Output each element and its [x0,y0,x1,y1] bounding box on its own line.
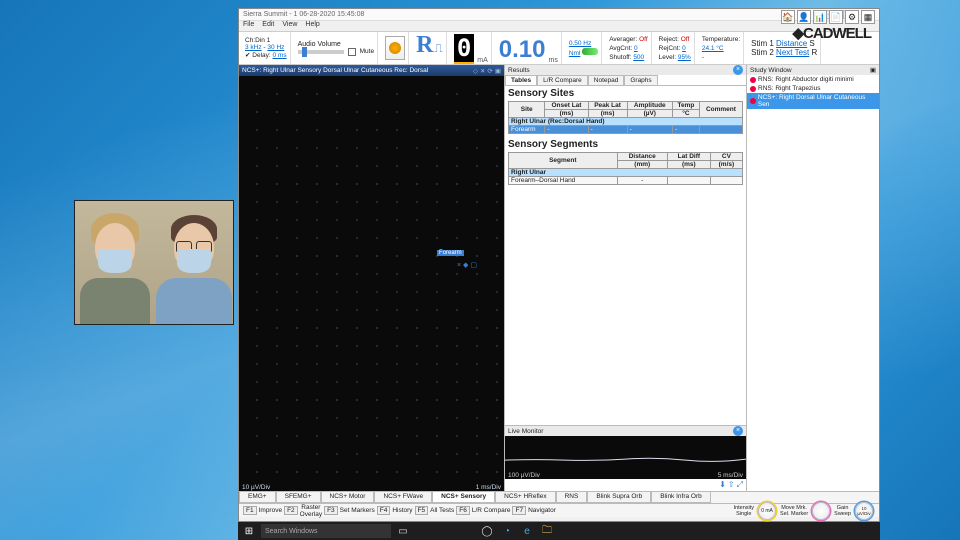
trace-tool-icon[interactable]: ◇ [473,67,478,75]
brand-logo: ◆CADWELL [792,24,875,42]
explorer-icon[interactable]: 🗀 [539,524,555,538]
f5-key[interactable]: F5 [415,506,429,515]
disk-icon[interactable] [385,36,405,60]
template-icon[interactable]: 📄 [829,10,843,24]
sensory-segments-title: Sensory Segments [505,137,746,152]
f6-key[interactable]: F6 [456,506,470,515]
audio-volume-label: Audio Volume [298,41,374,48]
chart-icon[interactable]: 📊 [813,10,827,24]
study-item[interactable]: NCS+: Right Dorsal Ulnar Cutaneous Sen [747,93,879,109]
nav-down-icon[interactable]: ⬇ [719,480,726,490]
tab-graphs[interactable]: Graphs [624,75,657,85]
toolbar: Ch:Din 1 3 kHz - 30 Hz ✔ Delay: 0 ms Aud… [239,31,879,65]
duration-display: 0.10 [499,36,546,64]
tab-blink-supra[interactable]: Blink Supra Orb [587,492,651,503]
tab-sfemg[interactable]: SFEMG+ [276,492,321,503]
status-dot-icon [750,86,756,92]
nav-expand-icon[interactable]: ⤢ [737,480,743,490]
tab-blink-infra[interactable]: Blink Infra Orb [651,492,711,503]
start-button[interactable]: ⊞ [241,524,257,538]
cortana-icon[interactable]: ◯ [479,524,495,538]
window-title: Sierra Summit - 1 06-28-2020 15:45:08 [243,11,364,18]
table-row[interactable]: Forearm---- [509,126,743,134]
edge-icon[interactable]: e [519,524,535,538]
app-icon[interactable]: ◔ [499,524,515,538]
temperature-link[interactable]: 24.1 °C [702,44,740,53]
tab-ncs-fwave[interactable]: NCS+ FWave [374,492,432,503]
tab-ncs-sensory[interactable]: NCS+ Sensory [432,492,495,503]
sensory-sites-title: Sensory Sites [505,86,746,101]
audio-volume-slider[interactable] [298,50,344,54]
stim-intensity-display: 0 [454,34,474,64]
f7-key[interactable]: F7 [512,506,526,515]
trace-grid[interactable] [239,77,504,481]
mute-checkbox[interactable] [348,48,356,56]
tab-notepad[interactable]: Notepad [588,75,625,85]
trace-title: NCS+: Right Ulnar Sensory Dorsal Ulnar C… [242,67,428,74]
live-trace[interactable]: 100 µV/Div5 ms/Div [505,436,746,479]
table-row[interactable]: Right Ulnar (Rec:Dorsal Hand) [509,118,743,126]
task-view-icon[interactable]: ▭ [395,524,411,538]
nav-up-icon[interactable]: ⇧ [728,480,735,490]
tab-rns[interactable]: RNS [556,492,588,503]
live-pin-icon[interactable]: × [733,426,743,436]
table-row[interactable]: Forearm–Dorsal Hand- [509,177,743,185]
function-key-row: F1Improve F2RasterOverlay F3Set Markers … [239,503,879,517]
intensity-knob[interactable]: 0 mA [758,502,776,520]
study-panel: Study Window▣ RNS: Right Abductor digiti… [747,65,879,491]
live-monitor: Live Monitor× 100 µV/Div5 ms/Div ⬇⇧⤢ [505,425,746,491]
marker-label[interactable]: Forearm [437,250,464,256]
tab-lrcompare[interactable]: L/R Compare [537,75,588,85]
status-dot-icon [750,98,756,104]
sensory-sites-table: Site Onset Lat Peak Lat Amplitude Temp C… [508,101,743,134]
video-overlay [74,200,234,325]
stim-rate-link[interactable]: 0.50 Hz [569,39,598,48]
participant [75,201,154,324]
panel-pin-icon[interactable]: × [733,65,743,75]
menu-view[interactable]: View [282,21,297,31]
tab-emg[interactable]: EMG+ [239,492,276,503]
grid-icon[interactable]: ▦ [861,10,875,24]
study-item[interactable]: RNS: Right Abductor digiti minimi [747,75,879,84]
menu-edit[interactable]: Edit [262,21,274,31]
status-dot-icon [750,77,756,83]
trace-yscale: 10 µV/Div [242,484,270,491]
gain-knob[interactable]: 10 µV/Div [855,502,873,520]
f1-key[interactable]: F1 [243,506,257,515]
marker-knob[interactable] [812,502,830,520]
f2-key[interactable]: F2 [284,506,298,515]
user-icon[interactable]: 👤 [797,10,811,24]
table-row[interactable]: Right Ulnar [509,169,743,177]
study-item[interactable]: RNS: Right Trapezius [747,84,879,93]
panel-collapse-icon[interactable]: ▣ [870,66,876,74]
home-icon[interactable]: 🏠 [781,10,795,24]
f3-key[interactable]: F3 [324,506,338,515]
menu-help[interactable]: Help [305,21,319,31]
tab-ncs-hreflex[interactable]: NCS+ HReflex [495,492,555,503]
marker-handles[interactable]: × ◆ ▢ [457,261,477,269]
trace-xscale: 1 ms/Div [476,484,501,491]
freq-high-link[interactable]: 30 Hz [267,44,284,51]
side-indicator: R [416,32,433,59]
channel-label: Ch:Din 1 [245,37,287,44]
freq-low-link[interactable]: 3 kHz [245,44,262,51]
test-type-tabs: EMG+ SFEMG+ NCS+ Motor NCS+ FWave NCS+ S… [239,491,879,503]
next-test-link[interactable]: Next Test [776,48,809,57]
search-input[interactable]: Search Windows [261,524,391,538]
tab-tables[interactable]: Tables [505,75,537,85]
trace-panel: NCS+: Right Ulnar Sensory Dorsal Ulnar C… [239,65,504,491]
settings-icon[interactable]: ⚙ [845,10,859,24]
menu-file[interactable]: File [243,21,254,31]
delay-link[interactable]: 0 ms [273,52,287,59]
participant [154,201,233,324]
sensory-segments-table: Segment Distance Lat Diff CV (mm) (ms) (… [508,152,743,185]
tab-ncs-motor[interactable]: NCS+ Motor [321,492,375,503]
results-panel: Results× Tables L/R Compare Notepad Grap… [504,65,747,491]
windows-taskbar: ⊞ Search Windows ▭ ◯ ◔ e 🗀 [238,522,880,540]
f4-key[interactable]: F4 [377,506,391,515]
app-window: Sierra Summit - 1 06-28-2020 15:45:08 — … [238,8,880,522]
